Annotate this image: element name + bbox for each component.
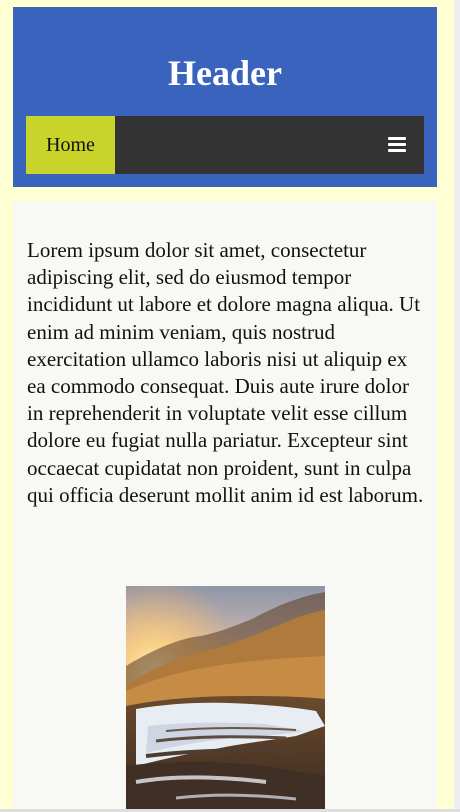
header: Header Home (13, 7, 437, 187)
content-paragraph: Lorem ipsum dolor sit amet, consectetur … (27, 238, 424, 507)
nav-home-link[interactable]: Home (26, 116, 115, 174)
page: Header Home Lorem ipsum dolor sit amet, … (0, 0, 460, 812)
hamburger-line (388, 149, 406, 152)
hamburger-line (388, 143, 406, 146)
scrollbar[interactable] (454, 0, 460, 812)
landscape-photo (126, 586, 325, 812)
header-title: Header (168, 53, 282, 93)
main-content: Lorem ipsum dolor sit amet, consectetur … (13, 201, 437, 812)
hamburger-menu-icon[interactable] (388, 136, 406, 154)
navigation-bar: Home (26, 116, 424, 174)
hamburger-line (388, 137, 406, 140)
